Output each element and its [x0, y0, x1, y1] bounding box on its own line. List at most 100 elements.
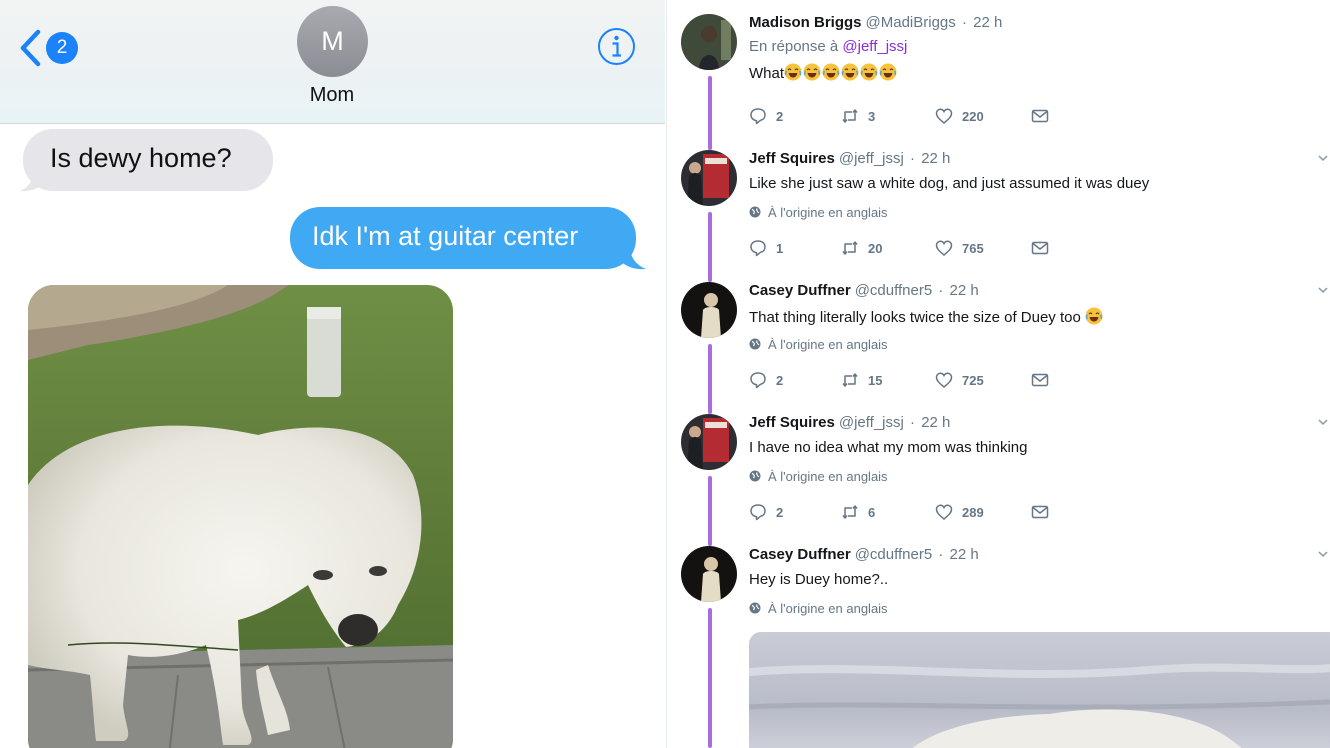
- direct-message-button[interactable]: [1031, 503, 1061, 521]
- translation-label: À l'origine en anglais: [768, 204, 888, 220]
- like-count: 220: [962, 108, 984, 124]
- retweet-icon: [842, 109, 858, 123]
- conversation-header: 2 M Mom: [0, 0, 665, 124]
- reply-icon: [750, 108, 766, 125]
- chevron-down-icon[interactable]: [1317, 548, 1329, 560]
- globe-icon: [749, 206, 761, 218]
- avatar[interactable]: [681, 150, 737, 206]
- tweet-header: Madison Briggs @MadiBriggs · 22 h: [749, 14, 1003, 31]
- like-button[interactable]: 725: [935, 371, 1031, 389]
- like-button[interactable]: 220: [935, 107, 1031, 125]
- translation-note[interactable]: À l'origine en anglais: [749, 468, 1319, 484]
- incoming-message-bubble[interactable]: Is dewy home?: [23, 129, 273, 191]
- reply-count: 1: [776, 240, 784, 256]
- tweet-time[interactable]: 22 h: [950, 546, 979, 563]
- info-button[interactable]: [597, 27, 636, 66]
- laughing-emoji-icon: [1085, 307, 1103, 325]
- retweet-button[interactable]: 3: [841, 107, 935, 125]
- polar-bear-photo[interactable]: [749, 632, 1330, 748]
- tweet-header: Jeff Squires @jeff_jssj · 22 h: [749, 414, 951, 431]
- tweet-time[interactable]: 22 h: [921, 150, 950, 167]
- tweet-text: That thing literally looks twice the siz…: [749, 307, 1319, 327]
- tweet-time[interactable]: 22 h: [950, 282, 979, 299]
- retweet-icon: [842, 505, 858, 519]
- laughing-emoji-icon: [860, 63, 878, 81]
- user-handle[interactable]: @jeff_jssj: [839, 414, 904, 431]
- avatar-image: [681, 14, 737, 70]
- tweet-time[interactable]: 22 h: [921, 414, 950, 431]
- like-button[interactable]: 289: [935, 503, 1031, 521]
- reply-button[interactable]: 1: [749, 239, 841, 257]
- tweet-header: Casey Duffner @cduffner5 · 22 h: [749, 546, 979, 563]
- retweet-icon: [842, 241, 858, 255]
- reply-button[interactable]: 2: [749, 371, 841, 389]
- translation-label: À l'origine en anglais: [768, 600, 888, 616]
- reply-count: 2: [776, 108, 784, 124]
- tweet-header: Casey Duffner @cduffner5 · 22 h: [749, 282, 979, 299]
- translation-label: À l'origine en anglais: [768, 468, 888, 484]
- dog-photo-image: [28, 285, 453, 748]
- direct-message-button[interactable]: [1031, 107, 1061, 125]
- user-handle[interactable]: @MadiBriggs: [866, 14, 956, 31]
- user-handle[interactable]: @jeff_jssj: [839, 150, 904, 167]
- contact-name[interactable]: Mom: [282, 84, 382, 107]
- laughing-emoji-icon: [784, 63, 802, 81]
- laughing-emoji-icon: [879, 63, 897, 81]
- chevron-left-icon: [20, 29, 41, 67]
- tweet-text-content: What: [749, 65, 785, 82]
- direct-message-button[interactable]: [1031, 239, 1061, 257]
- tweet-media-image: [749, 632, 1330, 748]
- chevron-down-icon[interactable]: [1317, 416, 1329, 428]
- translation-note[interactable]: À l'origine en anglais: [749, 204, 1319, 220]
- user-name[interactable]: Madison Briggs: [749, 14, 862, 31]
- user-name[interactable]: Casey Duffner: [749, 282, 851, 299]
- like-count: 725: [962, 372, 984, 388]
- heart-icon: [935, 504, 953, 520]
- outgoing-message-bubble[interactable]: Idk I'm at guitar center: [290, 207, 636, 269]
- avatar[interactable]: [681, 546, 737, 602]
- retweet-button[interactable]: 20: [841, 239, 935, 257]
- info-icon: [598, 28, 635, 65]
- retweet-button[interactable]: 15: [841, 371, 935, 389]
- avatar[interactable]: [681, 282, 737, 338]
- laughing-emoji-icon: [822, 63, 840, 81]
- heart-icon: [935, 108, 953, 124]
- translation-note[interactable]: À l'origine en anglais: [749, 600, 1319, 616]
- like-button[interactable]: 765: [935, 239, 1031, 257]
- user-name[interactable]: Jeff Squires: [749, 414, 835, 431]
- user-name[interactable]: Jeff Squires: [749, 150, 835, 167]
- reply-button[interactable]: 2: [749, 107, 841, 125]
- chevron-down-icon[interactable]: [1317, 152, 1329, 164]
- user-handle[interactable]: @cduffner5: [855, 546, 933, 563]
- tweet-text-content: That thing literally looks twice the siz…: [749, 309, 1081, 326]
- avatar[interactable]: [681, 14, 737, 70]
- user-name[interactable]: Casey Duffner: [749, 546, 851, 563]
- globe-icon: [749, 602, 761, 614]
- heart-icon: [935, 372, 953, 388]
- laughing-emoji-row: [784, 63, 898, 82]
- reply-icon: [750, 372, 766, 389]
- back-button[interactable]: 2: [18, 28, 84, 68]
- white-dog-photo[interactable]: [28, 285, 453, 748]
- reply-button[interactable]: 2: [749, 503, 841, 521]
- retweet-button[interactable]: 6: [841, 503, 935, 521]
- thread-connector: [708, 76, 712, 150]
- translation-note[interactable]: À l'origine en anglais: [749, 336, 1319, 352]
- reply-context: En réponse à @jeff_jssj: [749, 38, 1319, 58]
- contact-avatar[interactable]: M: [297, 6, 368, 77]
- envelope-icon: [1031, 241, 1049, 255]
- direct-message-button[interactable]: [1031, 371, 1061, 389]
- tweet-header: Jeff Squires @jeff_jssj · 22 h: [749, 150, 951, 167]
- thread-connector: [708, 608, 712, 748]
- tweet-actions: 2 15 725: [749, 370, 1061, 390]
- retweet-count: 15: [868, 372, 883, 388]
- user-handle[interactable]: @cduffner5: [855, 282, 933, 299]
- avatar[interactable]: [681, 414, 737, 470]
- chevron-down-icon[interactable]: [1317, 284, 1329, 296]
- like-count: 289: [962, 504, 984, 520]
- mention-link[interactable]: @jeff_jssj: [842, 38, 907, 55]
- thread-connector: [708, 476, 712, 546]
- tweet-actions: 1 20 765: [749, 238, 1061, 258]
- tweet-actions: 2 6 289: [749, 502, 1061, 522]
- tweet-time[interactable]: 22 h: [973, 14, 1002, 31]
